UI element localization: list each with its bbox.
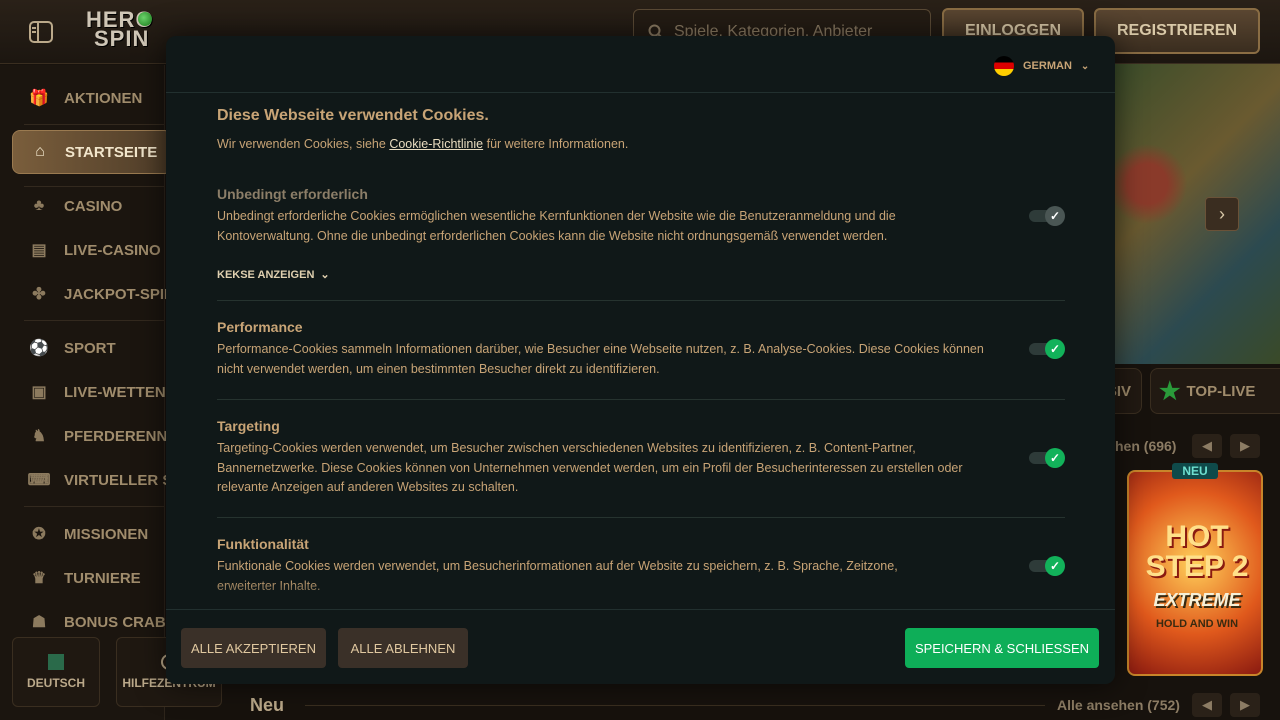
section-performance-description: Performance-Cookies sammeln Informatione… — [217, 342, 984, 376]
globe-icon — [48, 654, 64, 670]
cards-icon: ▤ — [31, 242, 47, 259]
language-label: GERMAN — [1023, 60, 1072, 72]
sidebar-toggle-icon[interactable] — [28, 20, 54, 44]
language-selector[interactable]: GERMAN ⌄ — [994, 56, 1089, 76]
save-and-close-button[interactable]: SPEICHERN & SCHLIESSEN — [905, 628, 1099, 668]
section-targeting-title: Targeting — [217, 418, 280, 434]
performance-toggle[interactable]: ✓ — [1029, 339, 1065, 359]
game-subtitle: EXTREME — [1153, 590, 1241, 610]
game-card[interactable]: HOT STEP 2 EXTREME HOLD AND WIN — [1127, 470, 1263, 676]
divider — [217, 399, 1065, 400]
show-cookies-button[interactable]: KEKSE ANZEIGEN ⌄ — [217, 268, 330, 282]
cookie-policy-link[interactable]: Cookie-Richtlinie — [389, 137, 483, 151]
section-strictly-necessary-description: Unbedingt erforderliche Cookies ermöglic… — [217, 209, 896, 243]
dialog-header: GERMAN ⌄ — [166, 36, 1115, 93]
strictly-necessary-toggle: ✓ — [1029, 206, 1065, 226]
check-icon: ✓ — [1045, 556, 1065, 576]
gift-icon: 🎁 — [29, 90, 49, 107]
crab-icon: ☗ — [31, 614, 47, 631]
logo-gem-icon — [138, 12, 152, 26]
section-performance-title: Performance — [217, 319, 303, 335]
sidebar: 🎁 AKTIONEN ⌂ STARTSEITE ♣ CASINO ▤ LIVE-CASI… — [0, 65, 214, 720]
game-tagline: HOLD AND WIN — [1155, 618, 1239, 630]
section-functionality-title: Funktionalität — [217, 536, 309, 552]
live-bet-icon: ▣ — [31, 384, 47, 401]
check-icon: ✓ — [1045, 339, 1065, 359]
functionality-toggle[interactable]: ✓ — [1029, 556, 1065, 576]
section-title: Neu — [250, 695, 285, 715]
gamepad-icon: ⌨ — [27, 472, 51, 489]
horse-icon: ♞ — [31, 428, 47, 445]
sidebar-item-startseite[interactable]: ⌂ STARTSEITE — [12, 130, 172, 174]
divider — [305, 705, 1045, 706]
divider — [217, 517, 1065, 518]
chevron-right-icon[interactable]: ▶ — [1230, 434, 1260, 458]
dialog-title: Diese Webseite verwendet Cookies. — [217, 107, 489, 124]
register-button[interactable]: REGISTRIEREN — [1094, 8, 1260, 54]
game-title: HOT STEP 2 — [1145, 520, 1249, 583]
language-button[interactable]: DEUTSCH — [12, 637, 100, 707]
divider — [24, 124, 164, 125]
check-icon: ✓ — [1045, 448, 1065, 468]
view-all-link[interactable]: hen (696) — [1115, 438, 1176, 454]
view-all-link[interactable]: Alle ansehen (752) — [1057, 697, 1180, 713]
section-neu-header: Neu Alle ansehen (752) ◀ ▶ — [235, 685, 1280, 720]
german-flag-icon — [994, 56, 1014, 76]
cherries-icon: ♣ — [33, 197, 45, 214]
trophy-icon: ♛ — [31, 570, 47, 587]
chevron-right-icon[interactable]: ▶ — [1230, 693, 1260, 717]
logo[interactable]: HERO SPIN — [86, 9, 156, 54]
check-icon: ✓ — [1045, 206, 1065, 226]
divider — [217, 300, 1065, 301]
dialog-intro: Wir verwenden Cookies, siehe Cookie-Rich… — [217, 137, 629, 151]
chevron-down-icon: ⌄ — [1080, 60, 1090, 72]
home-icon: ⌂ — [35, 143, 45, 160]
accept-all-button[interactable]: ALLE AKZEPTIEREN — [181, 628, 326, 668]
targeting-toggle[interactable]: ✓ — [1029, 448, 1065, 468]
clover-icon: ✤ — [32, 286, 46, 303]
section-strictly-necessary-title: Unbedingt erforderlich — [217, 186, 368, 202]
new-badge: NEU — [1172, 463, 1218, 479]
chevron-left-icon[interactable]: ◀ — [1192, 434, 1222, 458]
reject-all-button[interactable]: ALLE ABLEHNEN — [338, 628, 468, 668]
chevron-down-icon: ⌄ — [320, 269, 330, 281]
soccer-ball-icon: ⚽ — [29, 340, 49, 357]
dialog-footer: ALLE AKZEPTIEREN ALLE ABLEHNEN SPEICHERN… — [166, 609, 1115, 684]
divider — [24, 320, 164, 321]
section-targeting-description: Targeting-Cookies werden verwendet, um B… — [217, 441, 963, 494]
scroll-fade — [217, 579, 1065, 609]
divider — [24, 506, 164, 507]
cookie-settings-scroll[interactable]: Diese Webseite verwendet Cookies. Wir ve… — [217, 93, 1065, 609]
medal-icon: ✪ — [32, 526, 46, 543]
chevron-right-icon[interactable]: › — [1205, 197, 1239, 231]
star-icon: ★ — [1159, 377, 1181, 405]
cookie-consent-dialog: GERMAN ⌄ Diese Webseite verwendet Cookie… — [166, 36, 1115, 684]
hero-banner[interactable] — [1114, 64, 1280, 364]
category-pill-top-live[interactable]: ★ TOP-LIVE — [1150, 368, 1280, 414]
chevron-left-icon[interactable]: ◀ — [1192, 693, 1222, 717]
